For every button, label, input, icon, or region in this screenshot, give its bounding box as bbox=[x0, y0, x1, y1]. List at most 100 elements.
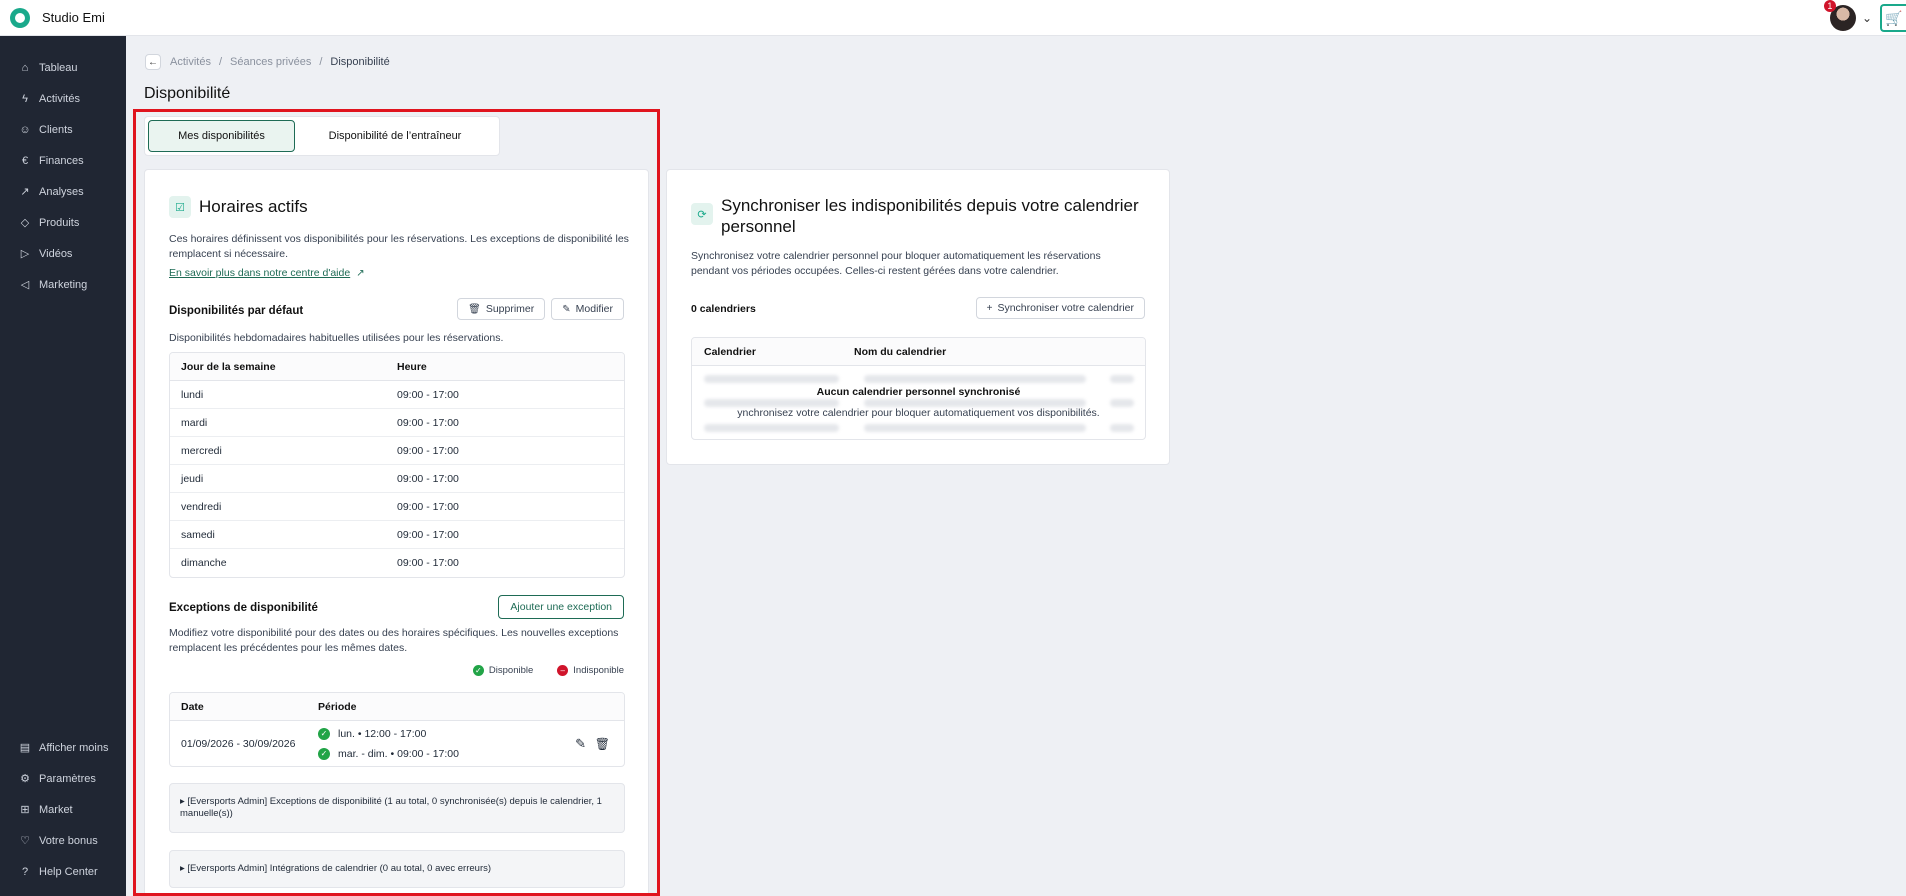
sync-calendar-button-label: Synchroniser votre calendrier bbox=[997, 302, 1134, 314]
column-header-hours: Heure bbox=[397, 360, 427, 373]
sidebar-nav: ⌂ Tableau ϟ Activités ☺ Clients € Finances ↗… bbox=[0, 52, 126, 300]
table-row: jeudi 09:00 - 17:00 bbox=[170, 465, 624, 493]
delete-button[interactable]: 🗑 Supprimer bbox=[457, 298, 546, 320]
placeholder-line bbox=[704, 424, 839, 432]
sidebar-item-parametres[interactable]: ⚙ Paramètres bbox=[0, 763, 126, 794]
calendars-empty-state: Aucun calendrier personnel synchronisé y… bbox=[692, 366, 1145, 439]
table-header: Jour de la semaine Heure bbox=[170, 353, 624, 381]
tab-bar: Mes disponibilités Disponibilité de l’en… bbox=[144, 116, 500, 156]
row-hours: 09:00 - 17:00 bbox=[397, 416, 459, 429]
exceptions-title: Exceptions de disponibilité bbox=[169, 602, 318, 614]
back-arrow-icon[interactable]: ← bbox=[145, 54, 161, 70]
sidebar-item-help-center[interactable]: ? Help Center bbox=[0, 856, 126, 887]
sidebar-item-label: Marketing bbox=[39, 278, 88, 291]
sidebar-item-activites[interactable]: ϟ Activités bbox=[0, 83, 126, 114]
sidebar-bottom-nav: ▤ Afficher moins ⚙ Paramètres ⊞ Market ♡ Vot… bbox=[0, 732, 126, 887]
external-link-icon: ↗ bbox=[356, 267, 365, 279]
sidebar-item-label: Tableau bbox=[39, 61, 78, 74]
placeholder-line bbox=[864, 375, 1086, 383]
column-header-calendar: Calendrier bbox=[704, 345, 756, 358]
exception-periods: ✓ lun. • 12:00 - 17:00 ✓ mar. - dim. • 09:… bbox=[318, 727, 459, 760]
row-hours: 09:00 - 17:00 bbox=[397, 388, 459, 401]
sidebar-item-label: Afficher moins bbox=[39, 741, 109, 754]
exceptions-description: Modifiez votre disponibilité pour des da… bbox=[169, 627, 619, 654]
sidebar-item-videos[interactable]: ▷ Vidéos bbox=[0, 238, 126, 269]
availability-legend: ✓ Disponible – Indisponible bbox=[472, 665, 624, 676]
help-center-link[interactable]: En savoir plus dans notre centre d'aide bbox=[169, 267, 350, 279]
row-day: mardi bbox=[181, 416, 208, 429]
sidebar-item-finances[interactable]: € Finances bbox=[0, 145, 126, 176]
sidebar-item-clients[interactable]: ☺ Clients bbox=[0, 114, 126, 145]
breadcrumb-item-seances-privees[interactable]: Séances privées bbox=[230, 56, 311, 68]
sidebar-item-afficher-moins[interactable]: ▤ Afficher moins bbox=[0, 732, 126, 763]
lightning-icon: ϟ bbox=[22, 92, 28, 105]
sidebar-item-analyses[interactable]: ↗ Analyses bbox=[0, 176, 126, 207]
sidebar-item-produits[interactable]: ◇ Produits bbox=[0, 207, 126, 238]
admin-exceptions-details[interactable]: ▸ [Eversports Admin] Exceptions de dispo… bbox=[169, 783, 625, 833]
placeholder-line bbox=[1110, 399, 1134, 407]
legend-unavailable-label: Indisponible bbox=[573, 665, 624, 676]
edit-icon[interactable]: ✎ bbox=[575, 736, 586, 752]
help-icon: ? bbox=[21, 865, 29, 878]
edit-icon: ✎ bbox=[562, 303, 571, 315]
table-row: samedi 09:00 - 17:00 bbox=[170, 521, 624, 549]
chevron-down-icon[interactable]: ⌄ bbox=[1862, 11, 1872, 25]
check-circle-icon: ✓ bbox=[472, 665, 484, 676]
table-row: vendredi 09:00 - 17:00 bbox=[170, 493, 624, 521]
table-header: Date Période bbox=[170, 693, 624, 721]
sidebar-item-label: Finances bbox=[39, 154, 84, 167]
edit-button[interactable]: ✎ Modifier bbox=[551, 298, 624, 320]
check-circle-icon: ✓ bbox=[318, 747, 330, 760]
exception-period-text: lun. • 12:00 - 17:00 bbox=[338, 727, 427, 740]
tab-mes-disponibilites[interactable]: Mes disponibilités bbox=[148, 120, 295, 152]
placeholder-line bbox=[1110, 424, 1134, 432]
table-row: dimanche 09:00 - 17:00 bbox=[170, 549, 624, 577]
sidebar-item-votre-bonus[interactable]: ♡ Votre bonus bbox=[0, 825, 126, 856]
row-day: mercredi bbox=[181, 444, 222, 457]
sidebar-item-label: Vidéos bbox=[39, 247, 73, 260]
breadcrumb: ← Activités / Séances privées / Disponib… bbox=[145, 54, 390, 70]
calendar-sync-card: ⟳ Synchroniser les indisponibilités depu… bbox=[666, 169, 1170, 465]
admin-integrations-details[interactable]: ▸ [Eversports Admin] Intégrations de cal… bbox=[169, 850, 625, 888]
heart-icon: ♡ bbox=[20, 835, 30, 847]
megaphone-icon: ◁ bbox=[20, 279, 30, 291]
placeholder-line bbox=[704, 399, 839, 407]
legend-available-label: Disponible bbox=[488, 665, 534, 676]
sync-calendar-button[interactable]: + Synchroniser votre calendrier bbox=[975, 297, 1145, 319]
active-hours-card: ☑ Horaires actifs Ces horaires définisse… bbox=[144, 169, 649, 896]
gear-icon: ⚙ bbox=[20, 773, 30, 785]
calendar-sync-description: Synchronisez votre calendrier personnel … bbox=[691, 250, 1101, 277]
placeholder-line bbox=[1110, 375, 1134, 383]
add-exception-button[interactable]: Ajouter une exception bbox=[498, 595, 624, 619]
default-availability-title: Disponibilités par défaut bbox=[169, 305, 304, 317]
legend-available: ✓ Disponible bbox=[472, 665, 534, 676]
row-hours: 09:00 - 17:00 bbox=[397, 500, 459, 513]
sidebar-item-label: Paramètres bbox=[39, 772, 96, 785]
row-day: jeudi bbox=[181, 472, 204, 485]
row-day: samedi bbox=[181, 528, 215, 541]
breadcrumb-separator: / bbox=[218, 56, 223, 68]
row-day: vendredi bbox=[181, 500, 222, 513]
sidebar-item-marketing[interactable]: ◁ Marketing bbox=[0, 269, 126, 300]
column-header-date: Date bbox=[181, 700, 204, 713]
box-icon: ◇ bbox=[20, 217, 30, 229]
empty-state-title: Aucun calendrier personnel synchronisé bbox=[816, 386, 1021, 398]
notification-badge: 1 bbox=[1823, 0, 1836, 12]
exceptions-table: Date Période 01/09/2026 - 30/09/2026 ✓ lu… bbox=[169, 692, 625, 767]
placeholder-line bbox=[864, 424, 1086, 432]
edit-button-label: Modifier bbox=[575, 303, 613, 315]
row-hours: 09:00 - 17:00 bbox=[397, 444, 459, 457]
sidebar-item-label: Analyses bbox=[39, 185, 84, 198]
row-hours: 09:00 - 17:00 bbox=[397, 557, 459, 569]
sync-icon: ⟳ bbox=[691, 203, 713, 225]
brand-logo-icon[interactable] bbox=[10, 7, 30, 28]
sidebar-item-tableau[interactable]: ⌂ Tableau bbox=[0, 52, 126, 83]
sidebar-item-market[interactable]: ⊞ Market bbox=[0, 794, 126, 825]
avatar[interactable]: 1 bbox=[1823, 0, 1856, 31]
cart-icon[interactable]: 🛒 bbox=[1880, 4, 1906, 32]
breadcrumb-item-activites[interactable]: Activités bbox=[170, 56, 211, 68]
tab-disponibilite-entraineur[interactable]: Disponibilité de l’entraîneur bbox=[295, 120, 495, 152]
default-availability-description: Disponibilités hebdomadaires habituelles… bbox=[169, 332, 504, 344]
table-header: Calendrier Nom du calendrier bbox=[692, 338, 1145, 366]
trash-icon[interactable]: 🗑 bbox=[595, 737, 610, 751]
